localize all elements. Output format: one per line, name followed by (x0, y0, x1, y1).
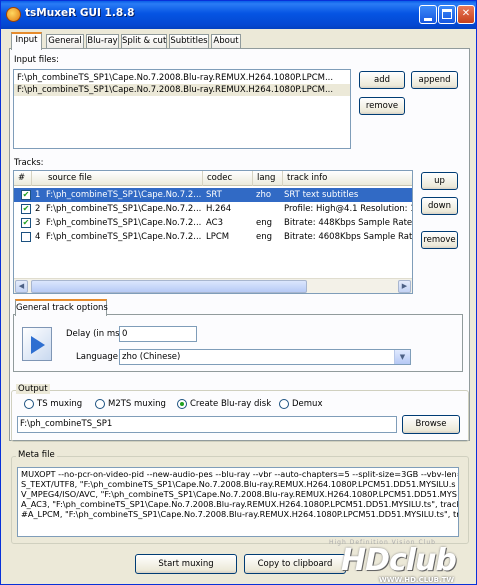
tracks-table-header: # source file codec lang track info (14, 171, 412, 186)
column-header-number[interactable]: # (14, 171, 32, 186)
track-checkbox[interactable]: ✔ (21, 204, 31, 214)
track-checkbox[interactable] (21, 232, 31, 242)
track-source: F:\ph_combineTS_SP1\Cape.No.7.2... (46, 218, 202, 228)
track-row[interactable]: ✔ 1 F:\ph_combineTS_SP1\Cape.No.7.2... S… (14, 188, 412, 202)
track-lang (254, 202, 282, 216)
title-bar[interactable]: tsMuxeR GUI 1.8.8 ✕ (1, 1, 476, 29)
tab-blu-ray[interactable]: Blu-ray (86, 34, 119, 49)
column-header-lang[interactable]: lang (253, 171, 283, 186)
tracks-table[interactable]: # source file codec lang track info ✔ 1 … (13, 170, 413, 294)
column-header-track-info[interactable]: track info (283, 171, 412, 186)
horizontal-scrollbar[interactable]: ◀ ▶ (14, 278, 412, 293)
meta-line: MUXOPT --no-pcr-on-video-pid --new-audio… (21, 469, 459, 479)
track-source: F:\ph_combineTS_SP1\Cape.No.7.2... (46, 204, 202, 214)
tab-general[interactable]: General (46, 34, 84, 49)
meta-file-text[interactable]: MUXOPT --no-pcr-on-video-pid --new-audio… (17, 467, 459, 537)
output-path-input[interactable]: F:\ph_combineTS_SP1 (17, 416, 397, 433)
track-number: 4 (35, 232, 41, 242)
track-remove-button[interactable]: remove (421, 231, 458, 249)
remove-file-button[interactable]: remove (359, 97, 405, 115)
tab-general-track-options[interactable]: General track options (15, 299, 108, 316)
meta-line: S_TEXT/UTF8, "F:\ph_combineTS_SP1\Cape.N… (21, 479, 456, 489)
minimize-button[interactable] (419, 5, 437, 24)
tab-split-cut[interactable]: Split & cut (121, 34, 167, 49)
input-files-list[interactable]: F:\ph_combineTS_SP1\Cape.No.7.2008.Blu-r… (13, 69, 351, 149)
hdclub-watermark: High Definition Vision Club HDclub WWW.H… (323, 539, 475, 584)
scroll-right-icon[interactable]: ▶ (398, 280, 411, 293)
language-select[interactable]: zho (Chinese) ▼ (119, 349, 411, 365)
radio-create-blu-ray[interactable] (177, 399, 187, 409)
track-info: Bitrate: 4608Kbps Sample Rate: 48 (284, 232, 413, 242)
output-label: Output (16, 384, 50, 394)
window-title: tsMuxeR GUI 1.8.8 (25, 7, 135, 19)
tab-input[interactable]: Input (11, 32, 42, 50)
track-down-button[interactable]: down (421, 197, 458, 215)
track-lang: eng (256, 232, 273, 242)
track-number: 3 (35, 218, 41, 228)
browse-button[interactable]: Browse (402, 415, 460, 434)
input-files-label: Input files: (14, 55, 59, 65)
watermark-brand: HDclub (341, 543, 457, 578)
meta-line: #A_LPCM, "F:\ph_combineTS_SP1\Cape.No.7.… (21, 509, 459, 519)
track-info: SRT text subtitles (284, 190, 359, 200)
add-button[interactable]: add (359, 71, 405, 89)
track-source: F:\ph_combineTS_SP1\Cape.No.7.2... (46, 190, 202, 200)
input-file-item[interactable]: F:\ph_combineTS_SP1\Cape.No.7.2008.Blu-r… (14, 72, 350, 84)
app-icon (6, 7, 21, 22)
delay-label: Delay (in ms): (66, 329, 126, 339)
track-codec: AC3 (206, 218, 224, 228)
track-info: Profile: High@4.1 Resolution: 1920 (284, 204, 412, 214)
start-muxing-button[interactable]: Start muxing (135, 554, 237, 574)
radio-demux[interactable] (279, 399, 289, 409)
track-number: 2 (35, 204, 41, 214)
close-button[interactable]: ✕ (457, 5, 475, 24)
column-header-source-file[interactable]: source file (32, 171, 203, 186)
track-codec: H.264 (206, 204, 232, 214)
column-header-codec[interactable]: codec (203, 171, 253, 186)
track-checkbox[interactable]: ✔ (21, 190, 31, 200)
scroll-left-icon[interactable]: ◀ (15, 280, 28, 293)
tracks-label: Tracks: (14, 158, 44, 168)
meta-file-label: Meta file (16, 450, 57, 460)
scroll-thumb[interactable] (31, 280, 307, 293)
radio-ts-muxing[interactable] (24, 399, 34, 409)
track-codec: SRT (206, 190, 222, 200)
track-row[interactable]: 4 F:\ph_combineTS_SP1\Cape.No.7.2... LPC… (14, 230, 413, 244)
chevron-down-icon[interactable]: ▼ (394, 350, 410, 364)
track-codec: LPCM (206, 232, 230, 242)
track-lang: zho (256, 190, 272, 200)
track-number: 1 (35, 190, 41, 200)
radio-m2ts-muxing-label[interactable]: M2TS muxing (108, 399, 166, 409)
radio-create-blu-ray-label[interactable]: Create Blu-ray disk (190, 399, 271, 409)
track-checkbox[interactable]: ✔ (21, 218, 31, 228)
radio-m2ts-muxing[interactable] (95, 399, 105, 409)
radio-ts-muxing-label[interactable]: TS muxing (37, 399, 82, 409)
append-button[interactable]: append (411, 71, 458, 89)
delay-input[interactable]: 0 (119, 326, 197, 342)
maximize-button[interactable] (438, 5, 456, 24)
tab-about[interactable]: About (211, 34, 241, 49)
track-info: Bitrate: 448Kbps Sample Rate: 48KH (284, 218, 413, 228)
tab-subtitles[interactable]: Subtitles (169, 34, 209, 49)
track-row[interactable]: ✔ 2 F:\ph_combineTS_SP1\Cape.No.7.2... H… (14, 202, 412, 216)
watermark-url: WWW.HD.CLUB.TW (379, 576, 455, 584)
video-track-icon (22, 327, 52, 361)
language-label: Language: (76, 352, 121, 362)
track-row[interactable]: ✔ 3 F:\ph_combineTS_SP1\Cape.No.7.2... A… (14, 216, 413, 230)
track-source: F:\ph_combineTS_SP1\Cape.No.7.2... (46, 232, 202, 242)
language-value: zho (Chinese) (122, 352, 181, 362)
track-up-button[interactable]: up (421, 172, 458, 190)
main-window: tsMuxeR GUI 1.8.8 ✕ Input General Blu-ra… (0, 0, 477, 585)
track-lang: eng (256, 218, 273, 228)
meta-line: V_MPEG4/ISO/AVC, "F:\ph_combineTS_SP1\Ca… (21, 489, 457, 499)
input-file-item[interactable]: F:\ph_combineTS_SP1\Cape.No.7.2008.Blu-r… (14, 84, 350, 96)
radio-demux-label[interactable]: Demux (292, 399, 322, 409)
meta-line: A_AC3, "F:\ph_combineTS_SP1\Cape.No.7.20… (21, 499, 459, 509)
